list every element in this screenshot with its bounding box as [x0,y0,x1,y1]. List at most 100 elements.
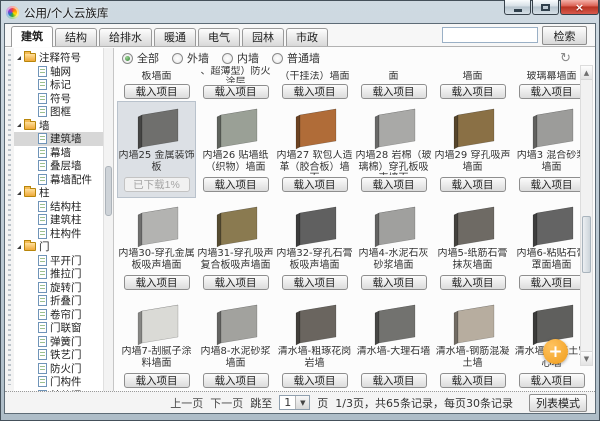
family-tile-clipped[interactable]: （干挂法）墙面 载入项目 [275,66,354,101]
load-into-project-button[interactable]: 载入项目 [519,373,585,388]
search-button[interactable]: 检索 [542,26,587,45]
tree-scrollbar-thumb[interactable] [105,166,112,216]
load-into-project-button[interactable]: 载入项目 [282,373,348,388]
family-tile[interactable]: 清水墙-粗琢花岗岩墙 载入项目 [275,297,354,391]
tree-item[interactable]: 门联窗 [14,321,113,335]
family-tile[interactable]: 内墙29 穿孔吸声墙面 载入项目 [433,101,512,198]
load-into-project-button[interactable]: 载入项目 [203,275,269,290]
tree-item[interactable]: 图框 [14,105,113,119]
family-tile-clipped[interactable]: 、超薄型）防火涂层 载入项目 [196,66,275,101]
expand-arrow-icon[interactable] [17,191,21,195]
load-into-project-button[interactable]: 载入项目 [519,84,585,99]
load-into-project-button[interactable]: 载入项目 [440,275,506,290]
category-tab[interactable]: 电气 [198,28,240,46]
close-button[interactable]: × [560,0,599,15]
tree-item[interactable]: 推拉门 [14,267,113,281]
load-into-project-button[interactable]: 载入项目 [440,177,506,192]
filter-radio[interactable]: 内墙 [222,50,259,66]
list-mode-button[interactable]: 列表模式 [529,394,587,412]
tree-item[interactable]: 轴网 [14,65,113,79]
filter-radio[interactable]: 外墙 [172,50,209,66]
category-tab[interactable]: 给排水 [99,28,152,46]
tree-item[interactable]: 铁艺门 [14,348,113,362]
tree-item[interactable]: 建筑墙 [14,132,113,146]
tree-item[interactable]: 幕墙 [14,146,113,160]
family-tile[interactable]: 内墙31-穿孔吸声复合板吸声墙面 载入项目 [196,199,275,296]
search-input[interactable] [442,27,538,43]
family-tile[interactable]: 内墙26 贴墙纸（织物）墙面 载入项目 [196,101,275,198]
family-tile[interactable]: 内墙8-水泥砂浆墙面 载入项目 [196,297,275,391]
expand-arrow-icon[interactable] [17,56,21,60]
next-page-link[interactable]: 下一页 [210,395,243,411]
category-tab[interactable]: 园林 [242,28,284,46]
tree-item[interactable]: 标记 [14,78,113,92]
tree-item[interactable]: 建筑柱 [14,213,113,227]
filter-radio[interactable]: 全部 [122,50,159,66]
tree-item[interactable]: 幕墙配件 [14,173,113,187]
prev-page-link[interactable]: 上一页 [170,395,203,411]
add-button[interactable]: + [543,339,568,364]
load-into-project-button[interactable]: 载入项目 [282,275,348,290]
load-into-project-button[interactable]: 载入项目 [282,177,348,192]
tree-item[interactable]: 结构柱 [14,200,113,214]
family-tile[interactable]: 清水墙-钢筋混凝土墙 载入项目 [433,297,512,391]
scrollbar-thumb[interactable] [582,216,591,273]
category-tab[interactable]: 暖通 [154,28,196,46]
family-tile-clipped[interactable]: 面 载入项目 [354,66,433,101]
tree-scrollbar[interactable] [103,48,113,391]
family-tile[interactable]: 内墙28 岩棉（玻璃棉）穿孔板吸声墙面 载入项目 [354,101,433,198]
tree-item[interactable]: 卷帘门 [14,308,113,322]
refresh-icon[interactable]: ↻ [560,52,571,65]
category-tab[interactable]: 建筑 [11,26,53,47]
load-into-project-button[interactable]: 载入项目 [282,84,348,99]
load-into-project-button[interactable]: 载入项目 [203,85,269,99]
minimize-button[interactable] [504,0,531,15]
family-tile[interactable]: 内墙32-穿孔石膏板吸声墙面 载入项目 [275,199,354,296]
tree-item[interactable]: 平开门 [14,254,113,268]
family-tile-clipped[interactable]: 板墙面 载入项目 [117,66,196,101]
tree-item[interactable]: 叠层墙 [14,159,113,173]
load-into-project-button[interactable]: 载入项目 [361,177,427,192]
load-into-project-button[interactable]: 载入项目 [519,177,585,192]
expand-arrow-icon[interactable] [17,123,21,127]
tree-item[interactable]: 门构件 [14,375,113,389]
tree-item[interactable]: 折叠门 [14,294,113,308]
scroll-up-icon[interactable]: ▲ [581,66,592,80]
load-into-project-button[interactable]: 载入项目 [124,373,190,388]
load-into-project-button[interactable]: 载入项目 [361,84,427,99]
family-tile[interactable]: 内墙5-纸筋石膏抹灰墙面 载入项目 [433,199,512,296]
load-into-project-button[interactable]: 载入项目 [440,373,506,388]
load-into-project-button[interactable]: 载入项目 [519,275,585,290]
tree-item[interactable]: 符号 [14,92,113,106]
load-into-project-button[interactable]: 载入项目 [124,84,190,99]
tree-item[interactable]: 防火门 [14,362,113,376]
tree-folder[interactable]: 门 [14,240,113,254]
load-into-project-button[interactable]: 载入项目 [440,84,506,99]
family-tile[interactable]: 内墙27 软包人造革（胶合板）墙面 载入项目 [275,101,354,198]
scroll-down-icon[interactable]: ▼ [581,351,592,365]
tree-folder[interactable]: 柱 [14,186,113,200]
family-tile[interactable]: 内墙4-水泥石灰砂浆墙面 载入项目 [354,199,433,296]
family-tile[interactable]: 内墙25 金属装饰板 已下载1% [117,101,196,198]
load-into-project-button[interactable]: 载入项目 [203,177,269,192]
family-tile[interactable]: 内墙30-穿孔金属板吸声墙面 载入项目 [117,199,196,296]
load-into-project-button[interactable]: 载入项目 [124,275,190,290]
tree-item[interactable]: 弹簧门 [14,335,113,349]
tree-item[interactable]: 柱构件 [14,227,113,241]
load-into-project-button[interactable]: 载入项目 [361,373,427,388]
maximize-button[interactable] [532,0,559,15]
load-into-project-button[interactable]: 载入项目 [361,275,427,290]
family-tile[interactable]: 内墙7-刮腻子涂料墙面 载入项目 [117,297,196,391]
expand-arrow-icon[interactable] [17,245,21,249]
load-into-project-button[interactable]: 载入项目 [203,373,269,388]
filter-radio[interactable]: 普通墙 [272,50,320,66]
category-tab[interactable]: 结构 [55,28,97,46]
tree-folder[interactable]: 注释符号 [14,51,113,65]
category-tab[interactable]: 市政 [286,28,328,46]
family-tile[interactable]: 清水墙-大理石墙 载入项目 [354,297,433,391]
tree-folder[interactable]: 墙 [14,119,113,133]
page-select[interactable]: 1 ▼ [279,395,310,410]
load-into-project-button[interactable]: 已下载1% [124,177,190,192]
tree-item[interactable]: 旋转门 [14,281,113,295]
chevron-down-icon[interactable]: ▼ [295,396,309,409]
